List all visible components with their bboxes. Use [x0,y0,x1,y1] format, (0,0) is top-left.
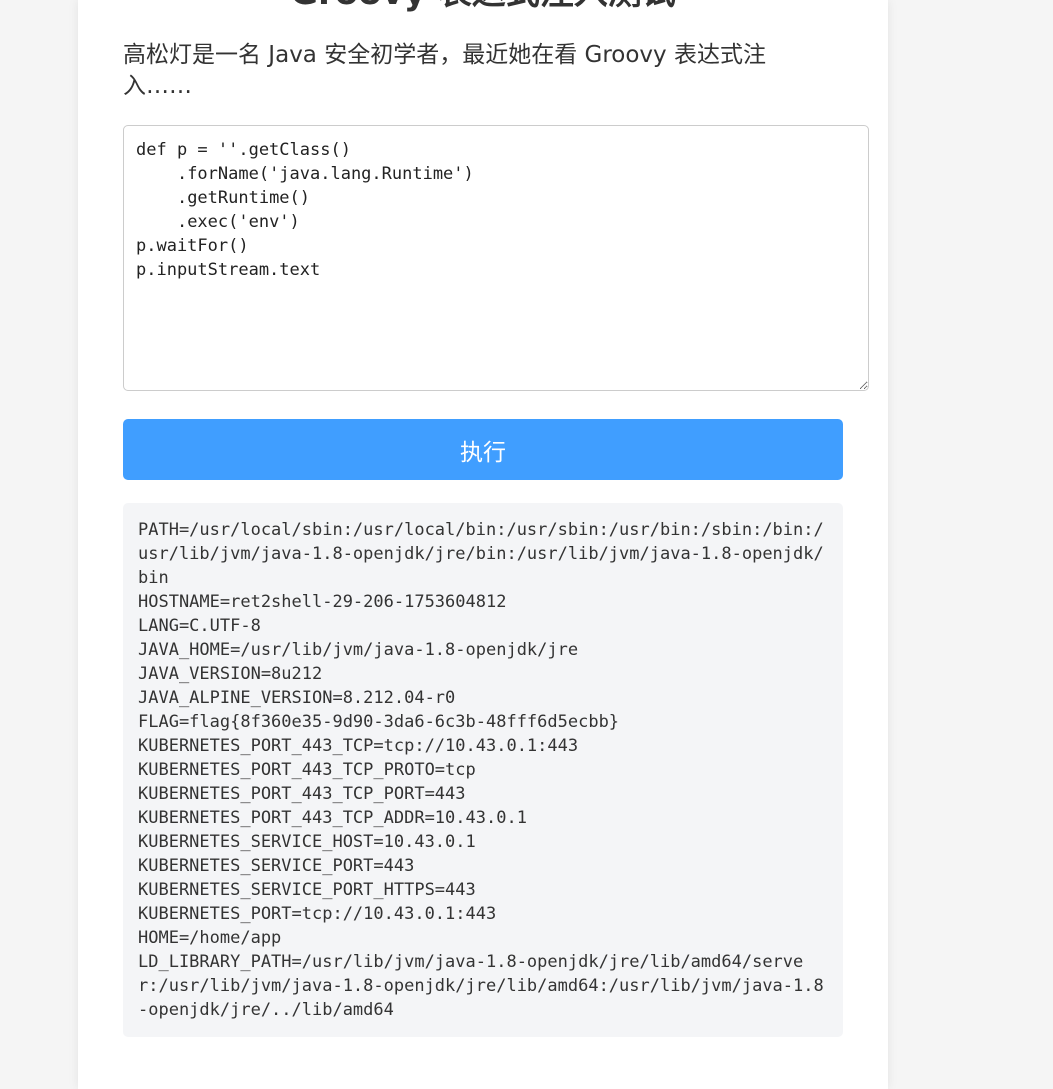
intro-text: 高松灯是一名 Java 安全初学者，最近她在看 Groovy 表达式注入…… [123,42,766,99]
code-editor[interactable]: def p = ''.getClass() .forName('java.lan… [123,125,869,391]
execute-button[interactable]: 执行 [123,419,843,480]
page-title: Groovy 表达式注入测试 [78,0,888,10]
output-panel: PATH=/usr/local/sbin:/usr/local/bin:/usr… [123,503,843,1037]
main-card: Groovy 表达式注入测试 高松灯是一名 Java 安全初学者，最近她在看 G… [78,0,888,1089]
